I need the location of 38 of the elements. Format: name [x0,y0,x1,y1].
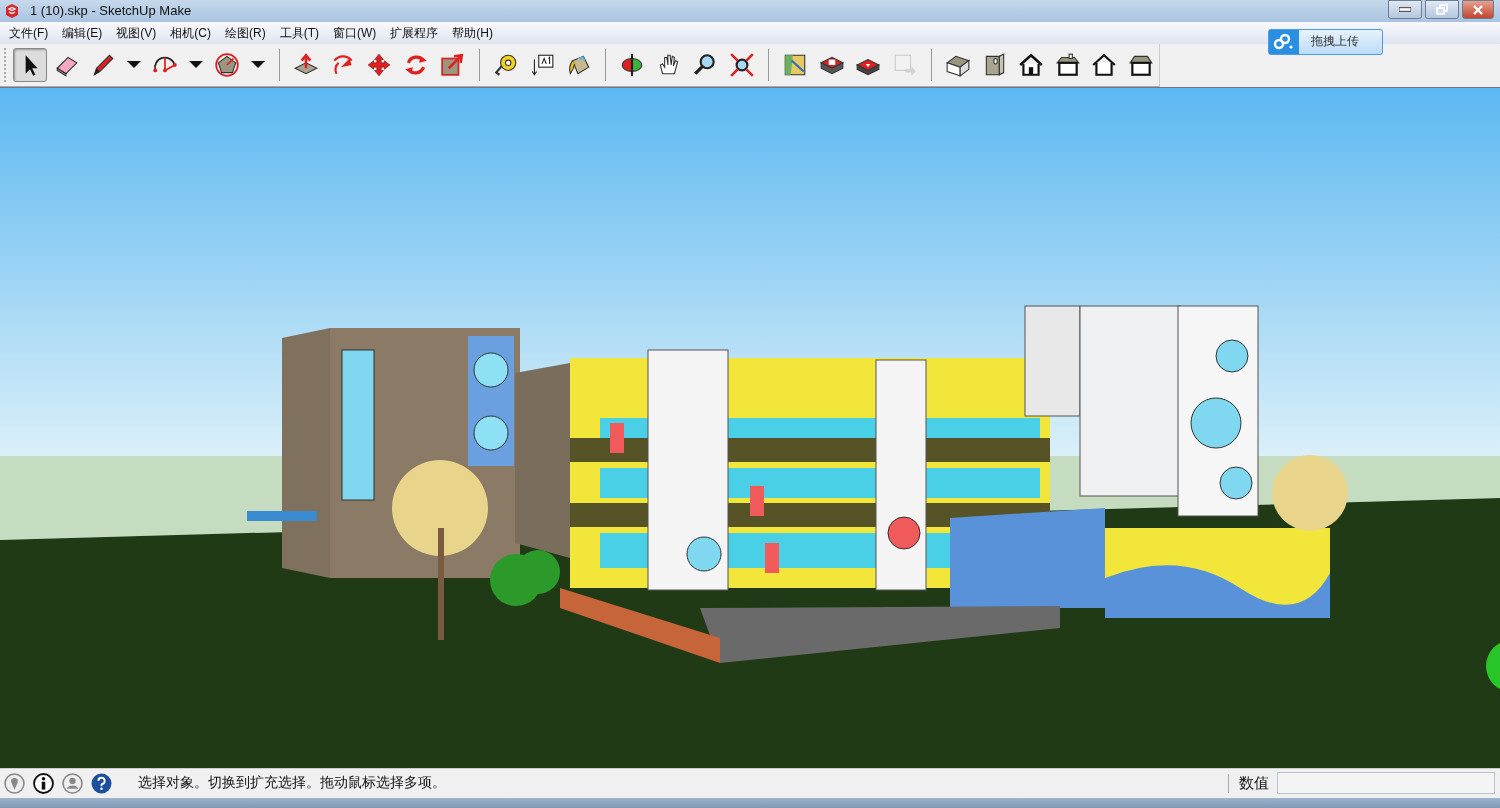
house-icon [1018,51,1045,78]
minimize-icon [1399,7,1411,12]
menu-item[interactable]: 扩展程序 [383,21,446,44]
upload-button[interactable]: 拖拽上传 [1268,28,1383,55]
menu-item[interactable]: 工具(T) [272,21,326,44]
scale-icon [439,51,466,78]
caret-icon [189,61,204,69]
move-icon [366,51,393,78]
menu-item[interactable]: 视图(V) [109,21,164,44]
measurements-label: 数值 [1228,773,1269,793]
location-pin-icon[interactable] [4,772,25,794]
house-icon [1054,51,1081,78]
menu-item[interactable]: 相机(C) [163,21,218,44]
user-icon[interactable] [62,772,83,794]
zoom-extents-icon [728,51,755,78]
status-message: 选择对象。切换到扩充选择。拖动鼠标选择多项。 [138,774,446,793]
app-logo-icon [4,2,20,19]
pencil-icon [90,51,117,78]
menu-item[interactable]: 文件(F) [2,21,56,44]
window-title: 1 (10).skp - SketchUp Make [30,3,193,19]
caret-icon [251,61,266,69]
close-button[interactable] [1462,0,1494,19]
restore-icon [1436,4,1448,15]
menu-item[interactable]: 帮助(H) [445,21,500,44]
polygon-icon [214,51,241,78]
cloud-link-icon [1269,29,1299,54]
close-icon [1473,4,1483,15]
measurements-field[interactable] [1277,772,1495,795]
menu-item[interactable]: 绘图(R) [218,21,273,44]
menu-item[interactable]: 窗口(W) [326,21,384,44]
restore-button[interactable] [1425,0,1459,19]
menu-item[interactable]: 编辑(E) [55,21,110,44]
house-icon [1091,51,1118,78]
tool-button[interactable] [12,47,48,82]
help-icon[interactable] [91,772,112,794]
minimize-button[interactable] [1388,0,1422,19]
caret-icon [127,61,142,69]
info-icon[interactable] [33,772,54,794]
